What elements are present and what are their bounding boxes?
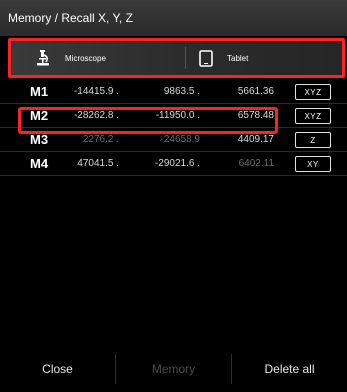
tablet-icon — [199, 49, 213, 67]
tablet-source-label: Tablet — [227, 53, 249, 63]
y-value: -24658.9 — [160, 134, 200, 145]
memory-label: M2 — [30, 108, 49, 123]
window-title: Memory / Recall X, Y, Z — [8, 11, 133, 25]
delete-all-button[interactable]: Delete all — [232, 346, 347, 392]
recall-axes-button[interactable]: XY — [295, 156, 331, 172]
title-bar: Memory / Recall X, Y, Z — [0, 0, 347, 36]
x-value: -14415.9 . — [73, 86, 119, 97]
recall-axes-button[interactable]: Z — [295, 132, 331, 148]
source-selector: Microscope Tablet — [8, 38, 345, 78]
x-value: 2276.2 . — [82, 134, 119, 145]
source-divider — [185, 47, 186, 69]
memory-button[interactable]: Memory — [116, 346, 231, 392]
memory-row-m4[interactable]: M4 47041.5 . -29021.6 . 6402.11 XY — [0, 152, 347, 176]
y-value: -11950.0 . — [155, 110, 200, 121]
recall-axes-button[interactable]: XYZ — [295, 108, 331, 124]
memory-label: M1 — [30, 84, 49, 99]
z-value: 5661.36 — [237, 86, 274, 97]
tablet-source-button[interactable]: Tablet — [199, 41, 248, 75]
x-value: 47041.5 . — [77, 158, 119, 169]
z-value: 4409.17 — [237, 134, 274, 145]
z-value: 6578.48 — [237, 110, 274, 121]
memory-row-m2[interactable]: M2 -28262.8 . -11950.0 . 6578.48 XYZ — [0, 104, 347, 128]
memory-row-m3[interactable]: M3 2276.2 . -24658.9 4409.17 Z — [0, 128, 347, 152]
microscope-source-button[interactable]: Microscope — [35, 41, 106, 75]
memory-list: M1 -14415.9 . 9863.5 . 5661.36 XYZ M2 -2… — [0, 80, 347, 176]
recall-axes-button[interactable]: XYZ — [295, 84, 331, 100]
memory-recall-panel: Memory / Recall X, Y, Z Microscope Table… — [0, 0, 347, 392]
x-value: -28262.8 . — [73, 110, 119, 121]
close-button[interactable]: Close — [0, 346, 115, 392]
microscope-source-label: Microscope — [65, 53, 106, 63]
memory-label: M3 — [30, 132, 49, 147]
footer-bar: Close Memory Delete all — [0, 346, 347, 392]
microscope-icon — [37, 50, 49, 66]
y-value: -29021.6 . — [154, 158, 200, 169]
memory-row-m1[interactable]: M1 -14415.9 . 9863.5 . 5661.36 XYZ — [0, 80, 347, 104]
memory-label: M4 — [30, 156, 49, 171]
z-value: 6402.11 — [238, 158, 274, 169]
y-value: 9863.5 . — [163, 86, 200, 97]
